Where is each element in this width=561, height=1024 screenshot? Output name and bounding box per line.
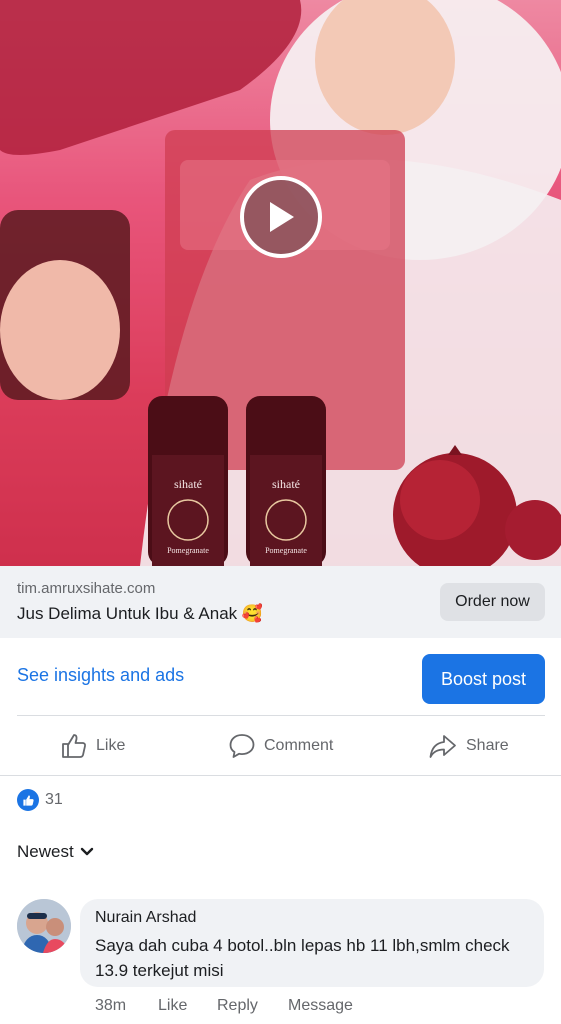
like-reaction-icon [17,789,39,811]
play-icon [270,202,294,232]
avatar[interactable] [17,899,71,953]
chevron-down-icon [80,847,93,856]
comment-reply-button[interactable]: Reply [217,997,288,1015]
thumbs-up-icon [62,734,86,758]
reaction-summary[interactable]: 31 [17,789,63,811]
comment-button[interactable]: Comment [228,727,333,765]
sort-label: Newest [17,842,74,861]
bottle-brand-label: sihaté [174,477,202,491]
divider [17,715,545,716]
comment-bubble: Nurain Arshad Saya dah cuba 4 botol..bln… [80,899,544,987]
video-thumbnail: sihaté sihaté Pomegranate Pomegranate [0,0,561,566]
boost-post-button[interactable]: Boost post [422,654,545,704]
bottle-product-label: Pomegranate [167,546,209,555]
see-insights-link[interactable]: See insights and ads [17,665,184,686]
comment-timestamp[interactable]: 38m [95,997,158,1015]
link-title: Jus Delima Untuk Ibu & Anak 🥰 [17,604,264,623]
comment-message-button[interactable]: Message [288,997,353,1015]
link-preview[interactable]: tim.amruxsihate.com Jus Delima Untuk Ibu… [0,566,561,638]
share-label: Share [466,737,509,754]
like-button[interactable]: Like [60,727,125,765]
comment-sort-dropdown[interactable]: Newest [17,842,94,862]
comment-label: Comment [264,737,334,754]
link-domain: tim.amruxsihate.com [17,580,156,597]
order-now-button[interactable]: Order now [440,583,545,621]
bottle-brand-label: sihaté [272,477,300,491]
share-icon [429,735,456,758]
user-avatar-image [17,899,71,953]
bottle-product-label: Pomegranate [265,546,307,555]
comment-icon [229,734,255,758]
comment-text: Saya dah cuba 4 botol..bln lepas hb 11 l… [95,936,510,980]
share-button[interactable]: Share [428,727,509,765]
divider [0,775,561,776]
like-label: Like [96,737,126,754]
reaction-count: 31 [45,791,63,808]
post-video[interactable]: sihaté sihaté Pomegranate Pomegranate [0,0,561,566]
comment-actions: 38m Like Reply Message [95,997,353,1015]
play-button[interactable] [240,176,322,258]
comment-author[interactable]: Nurain Arshad [95,909,196,927]
comment-like-button[interactable]: Like [158,997,217,1015]
